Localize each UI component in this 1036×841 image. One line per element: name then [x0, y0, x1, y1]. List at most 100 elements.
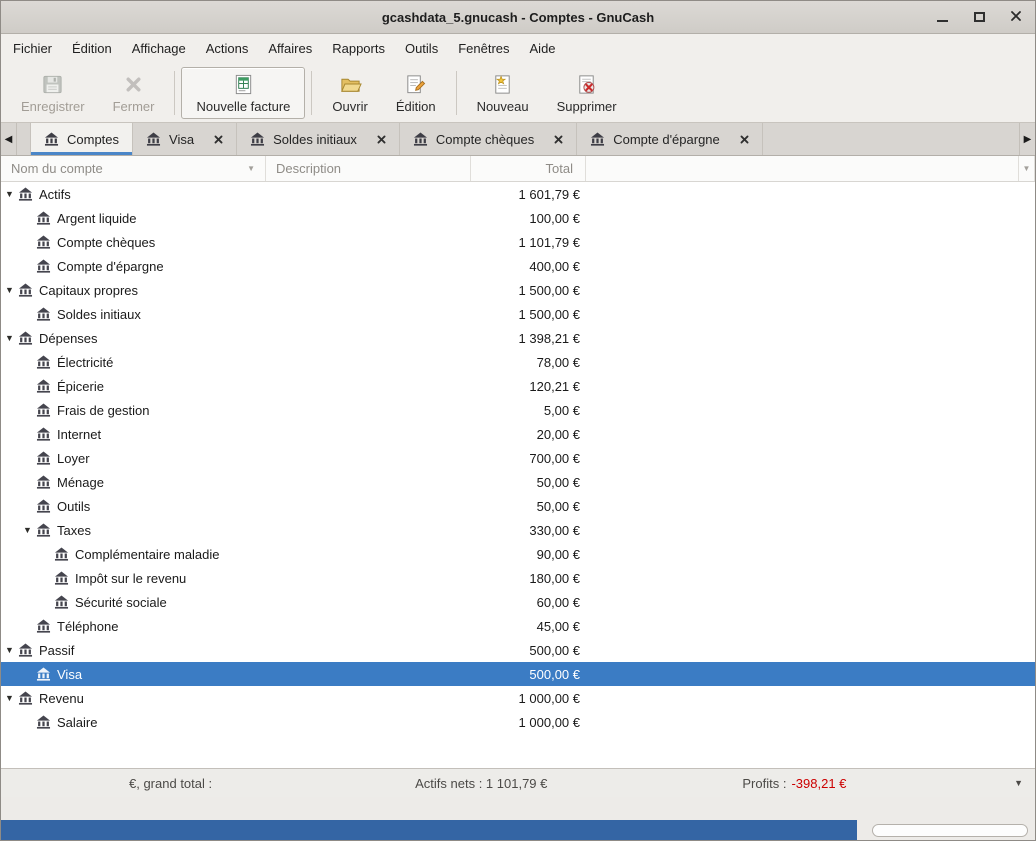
account-row-menage[interactable]: Ménage50,00 € — [1, 470, 1035, 494]
toolbar: EnregistrerFermerNouvelle factureOuvrir É… — [1, 64, 1035, 123]
account-name: Électricité — [57, 355, 113, 370]
profits-value: -398,21 € — [791, 776, 846, 791]
account-name: Loyer — [57, 451, 90, 466]
account-row-epicerie[interactable]: Épicerie120,21 € — [1, 374, 1035, 398]
account-row-taxes[interactable]: ▼Taxes330,00 € — [1, 518, 1035, 542]
tab-label: Compte chèques — [436, 132, 534, 147]
tab-compte-cheques[interactable]: Compte chèques — [400, 123, 577, 155]
expander-icon[interactable]: ▼ — [1, 182, 18, 206]
nouvelle-facture-button[interactable]: Nouvelle facture — [181, 67, 305, 119]
supprimer-button[interactable]: Supprimer — [543, 67, 631, 119]
account-icon — [36, 619, 51, 633]
account-icon — [36, 475, 51, 489]
account-row-salaire[interactable]: Salaire1 000,00 € — [1, 710, 1035, 734]
column-header-account-name[interactable]: Nom du compte ▼ — [1, 156, 266, 181]
column-header-row: Nom du compte ▼ Description Total ▼ — [1, 156, 1035, 182]
account-row-telephone[interactable]: Téléphone45,00 € — [1, 614, 1035, 638]
account-name: Dépenses — [39, 331, 98, 346]
account-icon — [36, 427, 51, 441]
fermer-button[interactable]: Fermer — [99, 67, 169, 119]
account-row-soldes-initiaux[interactable]: Soldes initiaux1 500,00 € — [1, 302, 1035, 326]
enregistrer-button[interactable]: Enregistrer — [7, 67, 99, 119]
account-row-loyer[interactable]: Loyer700,00 € — [1, 446, 1035, 470]
account-row-actifs[interactable]: ▼Actifs1 601,79 € — [1, 182, 1035, 206]
account-name: Passif — [39, 643, 74, 658]
ouvrir-button[interactable]: Ouvrir — [318, 67, 381, 119]
tab-scroll-right-button[interactable]: ▶ — [1019, 123, 1035, 155]
account-icon — [36, 307, 51, 321]
account-icon — [36, 499, 51, 513]
menu-item-actions[interactable]: Actions — [196, 34, 259, 64]
account-row-argent-liquide[interactable]: Argent liquide100,00 € — [1, 206, 1035, 230]
account-icon — [36, 403, 51, 417]
tab-scroll-left-button[interactable]: ◀ — [1, 123, 17, 155]
menu-item-outils[interactable]: Outils — [395, 34, 448, 64]
account-row-passif[interactable]: ▼Passif500,00 € — [1, 638, 1035, 662]
column-header-label: Description — [276, 161, 341, 176]
account-name: Internet — [57, 427, 101, 442]
gnucash-window: gcashdata_5.gnucash - Comptes - GnuCash … — [0, 0, 1036, 841]
account-row-frais-de-gestion[interactable]: Frais de gestion5,00 € — [1, 398, 1035, 422]
status-progress-fill — [1, 820, 857, 840]
nouveau-button[interactable]: Nouveau — [463, 67, 543, 119]
account-total: 50,00 € — [471, 475, 586, 490]
account-row-internet[interactable]: Internet20,00 € — [1, 422, 1035, 446]
account-total: 1 398,21 € — [471, 331, 586, 346]
tab-close-icon[interactable] — [214, 135, 223, 144]
menu-item-affichage[interactable]: Affichage — [122, 34, 196, 64]
expander-icon[interactable]: ▼ — [1, 278, 18, 302]
account-name: Argent liquide — [57, 211, 137, 226]
column-options-button[interactable]: ▼ — [1018, 156, 1035, 181]
summary-options-button[interactable]: ▼ — [1014, 778, 1023, 788]
account-icon — [18, 283, 33, 297]
tab-close-icon[interactable] — [554, 135, 563, 144]
account-total: 180,00 € — [471, 571, 586, 586]
toolbar-separator — [456, 71, 457, 115]
close-window-button[interactable] — [1005, 6, 1027, 28]
menu-bar: FichierÉditionAffichageActionsAffairesRa… — [1, 34, 1035, 64]
menu-item-aide[interactable]: Aide — [520, 34, 566, 64]
account-row-depenses[interactable]: ▼ Dépenses 1 398,21 € — [1, 326, 1035, 350]
account-row-visa[interactable]: Visa500,00 € — [1, 662, 1035, 686]
account-row-complementaire-maladie[interactable]: Complémentaire maladie90,00 € — [1, 542, 1035, 566]
minimize-button[interactable] — [931, 6, 953, 28]
tab-strip: ComptesVisaSoldes initiaux Compte chèques… — [30, 123, 763, 155]
menu-item-edition[interactable]: Édition — [62, 34, 122, 64]
account-name: Téléphone — [57, 619, 118, 634]
expander-icon[interactable]: ▼ — [19, 518, 36, 542]
account-name: Outils — [57, 499, 90, 514]
accounts-tree: ▼Actifs1 601,79 €Argent liquide100,00 €C… — [1, 182, 1035, 768]
tab-soldes-initiaux[interactable]: Soldes initiaux — [237, 123, 400, 155]
tab-compte-d-epargne[interactable]: Compte d'épargne — [577, 123, 763, 155]
account-row-securite-sociale[interactable]: Sécurité sociale60,00 € — [1, 590, 1035, 614]
maximize-button[interactable] — [968, 6, 990, 28]
account-row-capitaux-propres[interactable]: ▼Capitaux propres1 500,00 € — [1, 278, 1035, 302]
account-icon — [413, 132, 428, 146]
title-bar[interactable]: gcashdata_5.gnucash - Comptes - GnuCash — [1, 1, 1035, 34]
edition-button[interactable]: Édition — [382, 67, 450, 119]
account-row-electricite[interactable]: Électricité78,00 € — [1, 350, 1035, 374]
account-row-impot-sur-le-revenu[interactable]: Impôt sur le revenu180,00 € — [1, 566, 1035, 590]
account-icon — [54, 571, 69, 585]
toolbar-button-label: Édition — [396, 99, 436, 114]
tab-comptes[interactable]: Comptes — [30, 123, 133, 155]
expander-icon[interactable]: ▼ — [1, 686, 18, 710]
account-total: 1 101,79 € — [471, 235, 586, 250]
menu-item-affaires[interactable]: Affaires — [258, 34, 322, 64]
account-row-outils[interactable]: Outils50,00 € — [1, 494, 1035, 518]
menu-item-rapports[interactable]: Rapports — [322, 34, 395, 64]
menu-item-fichier[interactable]: Fichier — [3, 34, 62, 64]
tab-close-icon[interactable] — [740, 135, 749, 144]
tab-close-icon[interactable] — [377, 135, 386, 144]
account-row-compte-d-epargne[interactable]: Compte d'épargne400,00 € — [1, 254, 1035, 278]
toolbar-separator — [311, 71, 312, 115]
account-row-revenu[interactable]: ▼Revenu1 000,00 € — [1, 686, 1035, 710]
column-header-total[interactable]: Total — [471, 156, 586, 181]
expander-icon[interactable]: ▼ — [1, 326, 18, 350]
tab-visa[interactable]: Visa — [133, 123, 237, 155]
progress-bar — [872, 824, 1028, 837]
expander-icon[interactable]: ▼ — [1, 638, 18, 662]
account-row-compte-cheques[interactable]: Compte chèques1 101,79 € — [1, 230, 1035, 254]
menu-item-fenetres[interactable]: Fenêtres — [448, 34, 519, 64]
column-header-description[interactable]: Description — [266, 156, 471, 181]
